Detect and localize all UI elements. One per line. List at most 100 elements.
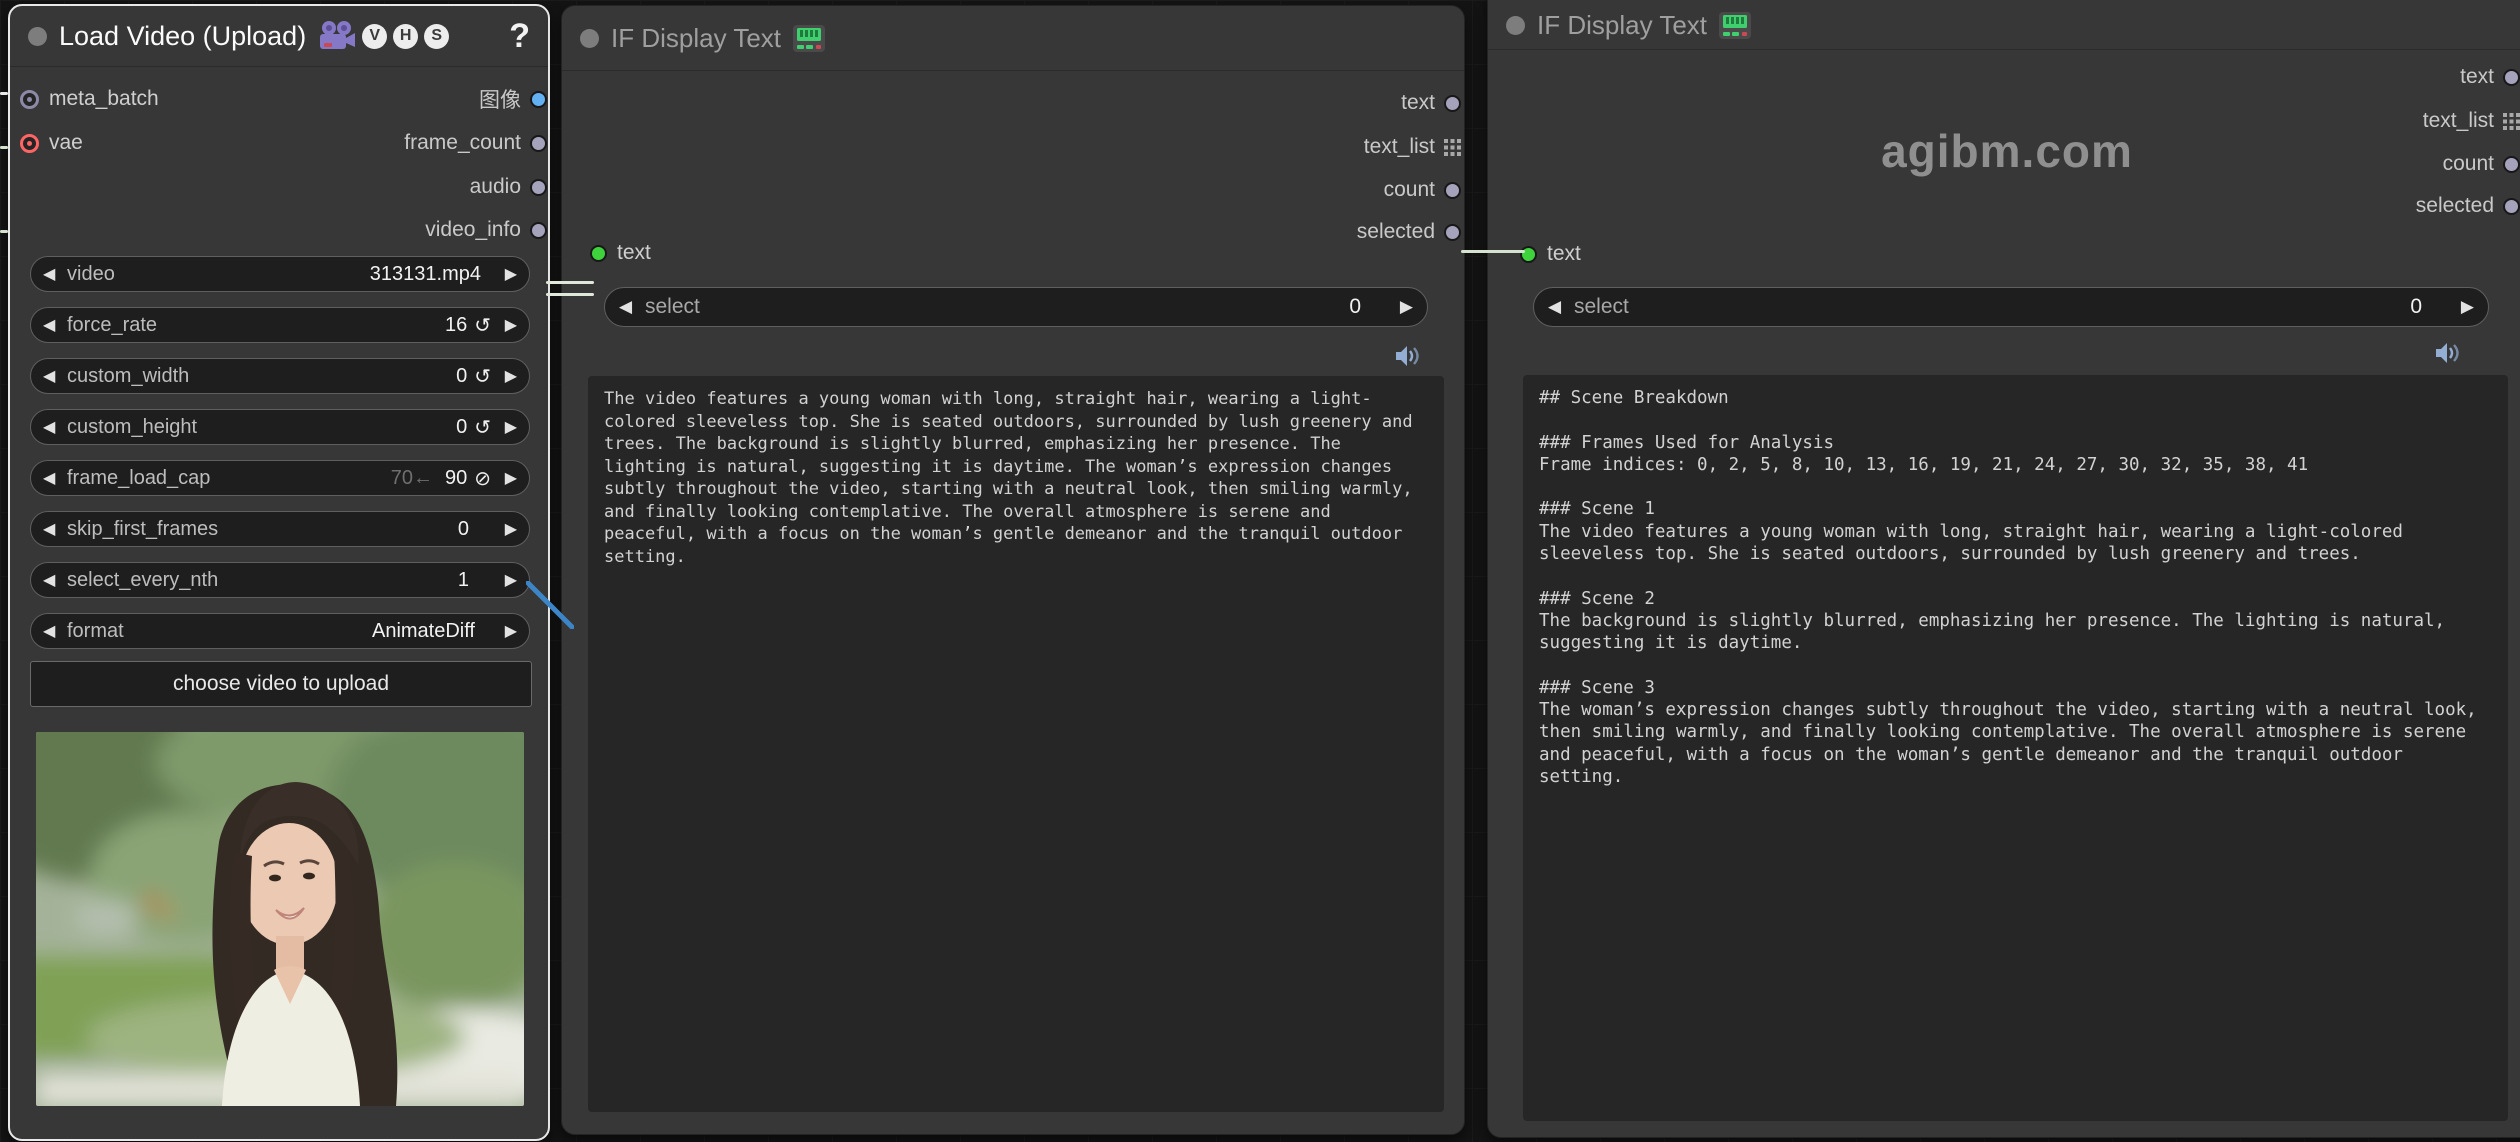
collapse-dot[interactable] <box>28 27 47 46</box>
node-load-video-upload[interactable]: Load Video (Upload) V H S ? meta_batch v… <box>8 4 550 1141</box>
widget-video[interactable]: ◀ video 313131.mp4 ▶ <box>30 256 530 292</box>
input-slot-text[interactable]: text <box>1520 241 1581 267</box>
slot-dot-selected[interactable] <box>1444 224 1461 241</box>
widget-select[interactable]: ◀ select 0 ▶ <box>1533 287 2489 327</box>
wire-stub <box>0 146 8 149</box>
comfyui-canvas[interactable]: { "icons": { "left_arrow": "◀", "right_a… <box>0 0 2520 1142</box>
speaker-icon[interactable] <box>1394 344 1420 368</box>
slot-dot-text[interactable] <box>1444 95 1461 112</box>
reset-icon[interactable]: ↺ <box>474 313 491 338</box>
output-slot-count[interactable]: count <box>2443 151 2520 177</box>
widget-select[interactable]: ◀ select 0 ▶ <box>604 287 1428 327</box>
disabled-icon[interactable]: ⊘ <box>474 466 491 491</box>
output-slot-selected[interactable]: selected <box>2416 193 2520 219</box>
input-slot-text[interactable]: text <box>590 240 651 266</box>
display-text-area[interactable]: The video features a young woman with lo… <box>588 376 1444 1112</box>
widget-label: frame_load_cap <box>67 467 210 490</box>
widget-format[interactable]: ◀ format AnimateDiff ▶ <box>30 613 530 649</box>
widget-frame-load-cap[interactable]: ◀ frame_load_cap 70← 90 ⊘ ▶ <box>30 460 530 496</box>
output-slot-video-info[interactable]: video_info <box>425 217 547 243</box>
output-slot-count[interactable]: count <box>1384 177 1461 203</box>
widget-custom-width[interactable]: ◀ custom_width 0 ↺ ▶ <box>30 358 530 394</box>
increment-arrow-icon[interactable]: ▶ <box>495 264 517 284</box>
wire-stub <box>0 92 8 95</box>
increment-arrow-icon[interactable]: ▶ <box>495 366 517 386</box>
node-title: IF Display Text <box>1537 10 1707 41</box>
grid-slot-icon[interactable] <box>1444 139 1461 156</box>
widget-custom-height[interactable]: ◀ custom_height 0 ↺ ▶ <box>30 409 530 445</box>
collapse-dot[interactable] <box>1506 16 1525 35</box>
help-icon[interactable]: ? <box>509 17 530 56</box>
slot-dot-count[interactable] <box>1444 182 1461 199</box>
slot-dot-image[interactable] <box>530 91 547 108</box>
widget-label: select <box>645 295 700 319</box>
decrement-arrow-icon[interactable]: ◀ <box>1548 297 1574 317</box>
increment-arrow-icon[interactable]: ▶ <box>495 621 517 641</box>
node-header[interactable]: IF Display Text <box>1488 1 2520 49</box>
widget-value: 0 <box>456 416 467 439</box>
vhs-badge-s: S <box>424 24 449 49</box>
slot-dot-selected[interactable] <box>2503 198 2520 215</box>
choose-video-button[interactable]: choose video to upload <box>30 661 532 707</box>
input-slot-vae[interactable]: vae <box>20 130 83 156</box>
widget-select-every-nth[interactable]: ◀ select_every_nth 1 ▶ <box>30 562 530 598</box>
slot-dot-vae[interactable] <box>20 134 39 153</box>
watermark: agibm.com <box>1881 124 2133 178</box>
decrement-arrow-icon[interactable]: ◀ <box>43 264 65 284</box>
increment-arrow-icon[interactable]: ▶ <box>2448 297 2474 317</box>
output-slot-text[interactable]: text <box>2460 64 2520 90</box>
widget-value: 0 <box>458 518 469 541</box>
speaker-icon[interactable] <box>2434 341 2460 365</box>
slot-dot-video-info[interactable] <box>530 222 547 239</box>
increment-arrow-icon[interactable]: ▶ <box>495 570 517 590</box>
decrement-arrow-icon[interactable]: ◀ <box>43 366 65 386</box>
reset-icon[interactable]: ↺ <box>474 415 491 440</box>
display-terminal-icon <box>1719 12 1751 39</box>
video-preview[interactable] <box>36 732 524 1106</box>
widget-label: select <box>1574 295 1629 319</box>
widget-label: custom_height <box>67 416 197 439</box>
increment-arrow-icon[interactable]: ▶ <box>495 315 517 335</box>
output-label: count <box>2443 152 2494 176</box>
decrement-arrow-icon[interactable]: ◀ <box>43 621 65 641</box>
output-slot-audio[interactable]: audio <box>470 174 547 200</box>
node-header[interactable]: Load Video (Upload) V H S ? <box>10 6 548 66</box>
decrement-arrow-icon[interactable]: ◀ <box>43 417 65 437</box>
slot-dot-audio[interactable] <box>530 179 547 196</box>
increment-arrow-icon[interactable]: ▶ <box>495 417 517 437</box>
node-if-display-text-2[interactable]: IF Display Text agibm.com text text_list <box>1487 0 2520 1138</box>
header-divider <box>10 66 548 67</box>
decrement-arrow-icon[interactable]: ◀ <box>43 315 65 335</box>
reset-icon[interactable]: ↺ <box>474 364 491 389</box>
widget-force-rate[interactable]: ◀ force_rate 16 ↺ ▶ <box>30 307 530 343</box>
node-header[interactable]: IF Display Text <box>562 6 1464 70</box>
output-slot-text-list[interactable]: text_list <box>1364 134 1461 160</box>
decrement-arrow-icon[interactable]: ◀ <box>619 297 645 317</box>
output-slot-image[interactable]: 图像 <box>479 86 547 112</box>
decrement-arrow-icon[interactable]: ◀ <box>43 468 65 488</box>
widget-skip-first-frames[interactable]: ◀ skip_first_frames 0 ▶ <box>30 511 530 547</box>
decrement-arrow-icon[interactable]: ◀ <box>43 570 65 590</box>
slot-dot-text[interactable] <box>2503 69 2520 86</box>
wire-image-link <box>526 581 574 629</box>
input-slot-meta-batch[interactable]: meta_batch <box>20 86 159 112</box>
display-text-area[interactable]: ## Scene Breakdown ### Frames Used for A… <box>1523 375 2508 1121</box>
slot-dot-text-input[interactable] <box>590 245 607 262</box>
node-if-display-text-1[interactable]: IF Display Text text text_list co <box>561 5 1465 1135</box>
increment-arrow-icon[interactable]: ▶ <box>495 468 517 488</box>
output-slot-text[interactable]: text <box>1401 90 1461 116</box>
output-slot-frame-count[interactable]: frame_count <box>404 130 547 156</box>
slot-dot-frame-count[interactable] <box>530 135 547 152</box>
output-slot-selected[interactable]: selected <box>1357 219 1461 245</box>
output-slot-text-list[interactable]: text_list <box>2423 108 2520 134</box>
increment-arrow-icon[interactable]: ▶ <box>495 519 517 539</box>
slot-dot-count[interactable] <box>2503 156 2520 173</box>
slot-dot-meta-batch[interactable] <box>20 90 39 109</box>
widget-label: custom_width <box>67 365 189 388</box>
display-terminal-icon <box>793 25 825 52</box>
collapse-dot[interactable] <box>580 29 599 48</box>
decrement-arrow-icon[interactable]: ◀ <box>43 519 65 539</box>
grid-slot-icon[interactable] <box>2503 113 2520 130</box>
increment-arrow-icon[interactable]: ▶ <box>1387 297 1413 317</box>
slot-dot-text-input[interactable] <box>1520 246 1537 263</box>
